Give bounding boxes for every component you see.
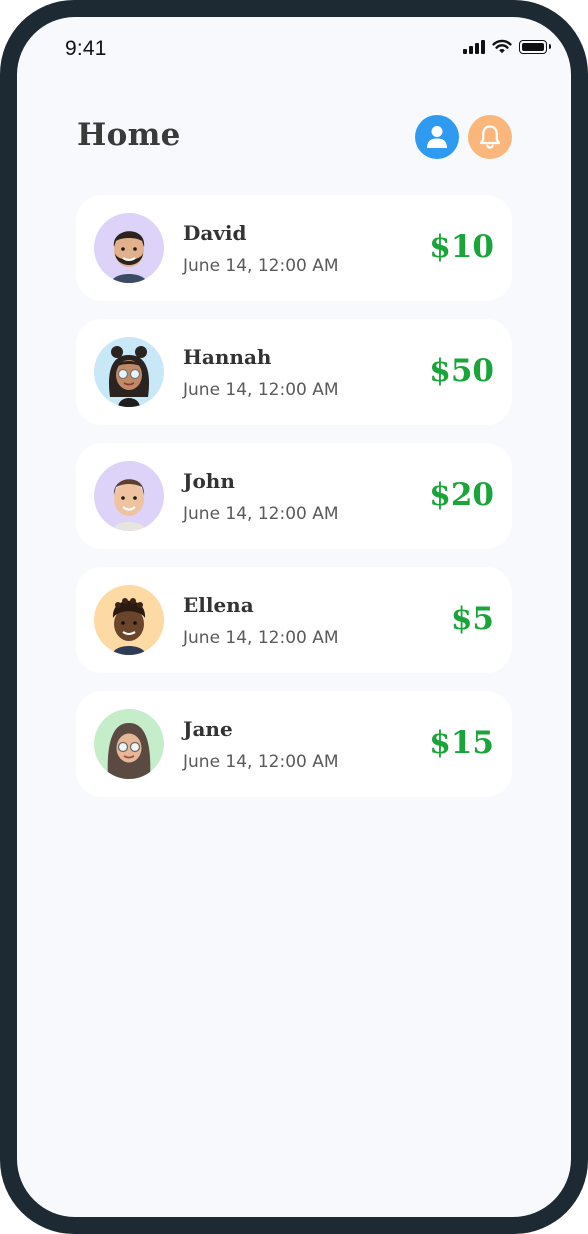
transaction-amount: $10 <box>429 229 494 265</box>
bell-icon <box>479 125 501 149</box>
battery-icon <box>519 39 551 54</box>
transaction-date: June 14, 12:00 AM <box>183 504 339 524</box>
male-avatar-icon <box>111 231 147 283</box>
transaction-amount: $5 <box>450 601 494 637</box>
wifi-icon <box>492 39 512 54</box>
transaction-card[interactable]: Jane June 14, 12:00 AM $15 <box>76 691 512 797</box>
status-icons <box>463 39 551 54</box>
contact-name: Ellena <box>183 593 254 617</box>
male-avatar-icon <box>112 598 146 655</box>
avatar <box>94 585 164 655</box>
avatar <box>94 461 164 531</box>
contact-name: Hannah <box>183 345 272 369</box>
cellular-signal-icon <box>463 39 485 54</box>
male-avatar-icon <box>112 479 146 531</box>
avatar <box>94 213 164 283</box>
phone-frame: 9:41 Home David June 14, 12:00 AM $10 Ha… <box>0 0 588 1234</box>
avatar <box>94 709 164 779</box>
female-avatar-icon <box>108 346 150 407</box>
transaction-amount: $50 <box>429 353 494 389</box>
transaction-date: June 14, 12:00 AM <box>183 256 339 276</box>
contact-name: David <box>183 221 247 245</box>
avatar <box>94 337 164 407</box>
transaction-date: June 14, 12:00 AM <box>183 628 339 648</box>
transaction-amount: $20 <box>429 477 494 513</box>
transaction-date: June 14, 12:00 AM <box>183 380 339 400</box>
female-avatar-icon <box>107 723 151 779</box>
transaction-amount: $15 <box>429 725 494 761</box>
transaction-card[interactable]: David June 14, 12:00 AM $10 <box>76 195 512 301</box>
app-screen: 9:41 Home David June 14, 12:00 AM $10 Ha… <box>17 17 571 1217</box>
page-title: Home <box>77 117 181 153</box>
transaction-card[interactable]: Hannah June 14, 12:00 AM $50 <box>76 319 512 425</box>
status-time: 9:41 <box>65 37 107 60</box>
profile-button[interactable] <box>415 115 459 159</box>
transaction-card[interactable]: John June 14, 12:00 AM $20 <box>76 443 512 549</box>
contact-name: John <box>183 469 235 493</box>
transaction-card[interactable]: Ellena June 14, 12:00 AM $5 <box>76 567 512 673</box>
transaction-date: June 14, 12:00 AM <box>183 752 339 772</box>
user-icon <box>427 126 447 148</box>
notifications-button[interactable] <box>468 115 512 159</box>
contact-name: Jane <box>183 717 233 741</box>
